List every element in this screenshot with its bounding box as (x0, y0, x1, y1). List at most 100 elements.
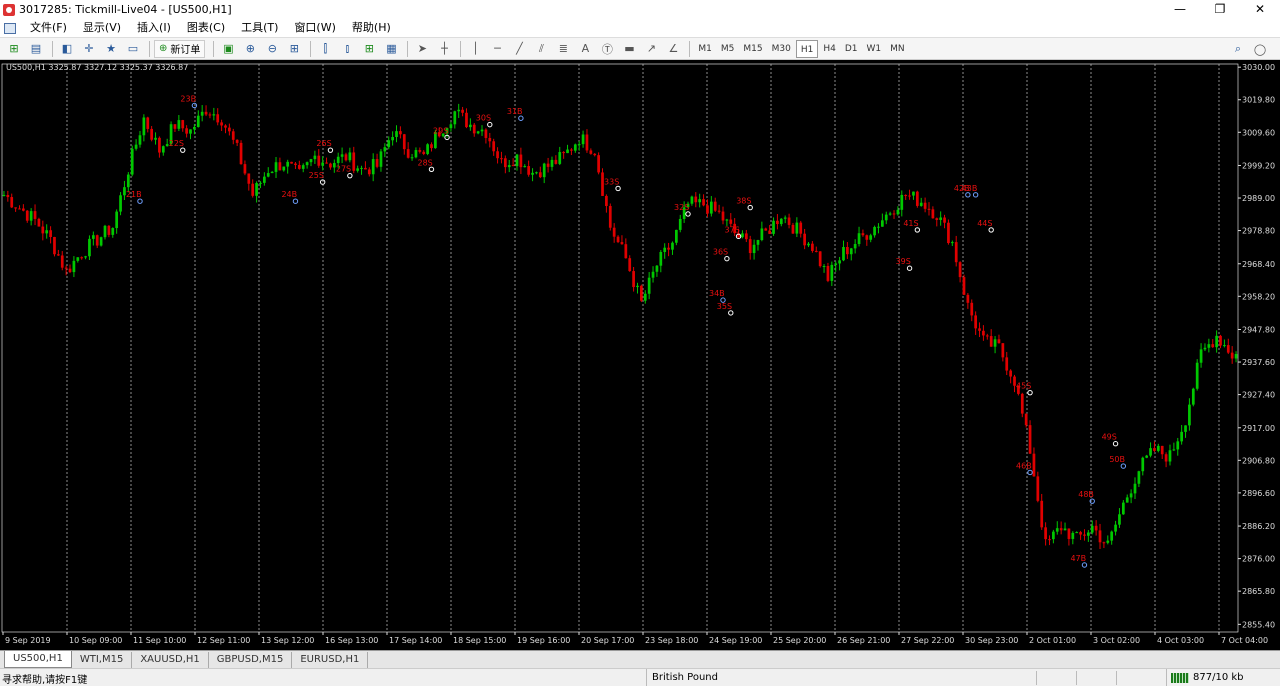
x-tick-label: 10 Sep 09:00 (69, 636, 122, 645)
trade-marker (1027, 469, 1033, 476)
trade-marker (724, 255, 730, 262)
candle-body (581, 134, 585, 145)
maximize-button[interactable]: ❐ (1200, 0, 1240, 19)
fibonacci-icon[interactable]: ≣ (553, 40, 573, 58)
timeframe-m15[interactable]: M15 (739, 40, 766, 58)
timeframe-m30[interactable]: M30 (768, 40, 795, 58)
trendline-icon[interactable]: ╱ (509, 40, 529, 58)
candle-body (1133, 483, 1137, 494)
candle-body (531, 172, 534, 175)
timeframe-m1[interactable]: M1 (694, 40, 716, 58)
document-icon[interactable] (4, 22, 16, 34)
candle-body (95, 235, 99, 246)
candle-body (507, 165, 511, 168)
new-order-button[interactable]: ⊕ 新订单 (154, 39, 206, 58)
timeframe-mn[interactable]: MN (886, 40, 909, 58)
timeframe-h4[interactable]: H4 (819, 40, 840, 58)
candle-body (189, 129, 192, 134)
zoom-in-icon[interactable]: ⊕ (240, 40, 260, 58)
candle-body (64, 267, 68, 269)
terminal-icon[interactable]: ▭ (123, 40, 143, 58)
rectangle-icon[interactable]: ▬ (619, 40, 639, 58)
text-icon[interactable]: A (575, 40, 595, 58)
chart-tab-xauusd[interactable]: XAUUSD,H1 (132, 651, 209, 668)
menu-insert[interactable]: 插入(I) (129, 19, 179, 37)
candle-body (570, 149, 573, 151)
menu-charts[interactable]: 图表(C) (179, 19, 233, 37)
toolbar-separator (52, 40, 53, 57)
minimize-button[interactable]: — (1160, 0, 1200, 19)
candle-body (387, 140, 391, 148)
candle-body (900, 194, 904, 210)
candle-body (1048, 539, 1051, 541)
timeframe-w1[interactable]: W1 (862, 40, 885, 58)
arrows-icon[interactable]: ↗ (641, 40, 661, 58)
timeframe-d1[interactable]: D1 (841, 40, 862, 58)
timeframe-h1[interactable]: H1 (795, 39, 819, 58)
market-watch-icon[interactable]: ◧ (57, 40, 77, 58)
cursor-icon[interactable]: ➤ (412, 40, 432, 58)
trade-marker (972, 192, 979, 198)
vertical-line-icon[interactable]: │ (465, 40, 485, 58)
candle-body (535, 172, 538, 174)
gann-fan-icon[interactable]: ∠ (663, 40, 683, 58)
search-icon[interactable]: ⌕ (1228, 40, 1248, 58)
menu-view[interactable]: 显示(V) (75, 19, 129, 37)
candle-body (1188, 404, 1191, 426)
candle-body (1059, 528, 1063, 531)
status-bar: 寻求帮助,请按F1键 British Pound 877/10 kb (0, 668, 1280, 686)
text-label-icon[interactable]: Ⓣ (597, 40, 617, 58)
chart-tab-us500[interactable]: US500,H1 (4, 651, 72, 668)
candle-body (830, 264, 834, 281)
close-button[interactable]: ✕ (1240, 0, 1280, 19)
profiles-icon[interactable]: ▤ (26, 40, 46, 58)
data-window-icon[interactable]: ✛ (79, 40, 99, 58)
candle-body (53, 236, 56, 255)
candle-body (772, 220, 775, 234)
menu-tools[interactable]: 工具(T) (233, 19, 286, 37)
tile-windows-icon[interactable]: ⊞ (284, 40, 304, 58)
trade-marker (180, 147, 186, 153)
chat-icon[interactable]: ◯ (1250, 40, 1270, 58)
x-tick-label: 30 Sep 23:00 (965, 636, 1018, 645)
candle-body (760, 228, 764, 241)
candle-body (301, 165, 305, 169)
chart-tab-eurusd[interactable]: EURUSD,H1 (292, 651, 369, 668)
candle-body (158, 137, 161, 153)
chart-shift-icon[interactable]: ⫿ (315, 40, 335, 58)
crosshair-icon[interactable]: ┼ (434, 40, 454, 58)
price-chart[interactable]: 9 Sep 2019 10 Sep 09:00 11 Sep 10:00 12 Sep… (0, 60, 1280, 650)
candle-body (947, 222, 950, 244)
chart-tab-gbpusd[interactable]: GBPUSD,M15 (209, 651, 293, 668)
zoom-out-icon[interactable]: ⊖ (262, 40, 282, 58)
navigator-icon[interactable]: ★ (101, 40, 121, 58)
chart-area[interactable]: 9 Sep 2019 10 Sep 09:00 11 Sep 10:00 12 Sep… (0, 60, 1280, 650)
menu-window[interactable]: 窗口(W) (286, 19, 343, 37)
candle-body (822, 265, 826, 267)
candle-body (56, 254, 60, 256)
candle-body (352, 152, 356, 171)
horizontal-line-icon[interactable]: ─ (487, 40, 507, 58)
chart-tab-wti[interactable]: WTI,M15 (72, 651, 133, 668)
toolbar-separator (460, 40, 462, 57)
connection-status[interactable]: 877/10 kb (1166, 669, 1280, 686)
new-chart-icon[interactable]: ⊞ (4, 40, 24, 58)
autotrading-icon[interactable]: ▣ (218, 40, 238, 58)
candle-body (764, 228, 768, 231)
periods-icon[interactable]: ▦ (381, 40, 401, 58)
candle-body (1067, 528, 1071, 539)
toolbar-right: ⌕ ◯ (1228, 40, 1272, 58)
candle-body (243, 164, 247, 174)
indicators-icon[interactable]: ⊞ (359, 40, 379, 58)
equidistant-channel-icon[interactable]: ⫽ (531, 40, 551, 58)
candle-body (193, 126, 196, 130)
candle-body (725, 219, 729, 221)
candle-body (286, 161, 290, 167)
candle-body (1044, 527, 1047, 540)
menu-help[interactable]: 帮助(H) (344, 19, 399, 37)
menu-file[interactable]: 文件(F) (22, 19, 75, 37)
autoscroll-icon[interactable]: ⫾ (337, 40, 357, 58)
candle-body (1191, 388, 1195, 405)
timeframe-m5[interactable]: M5 (717, 40, 739, 58)
candle-body (1172, 449, 1176, 451)
